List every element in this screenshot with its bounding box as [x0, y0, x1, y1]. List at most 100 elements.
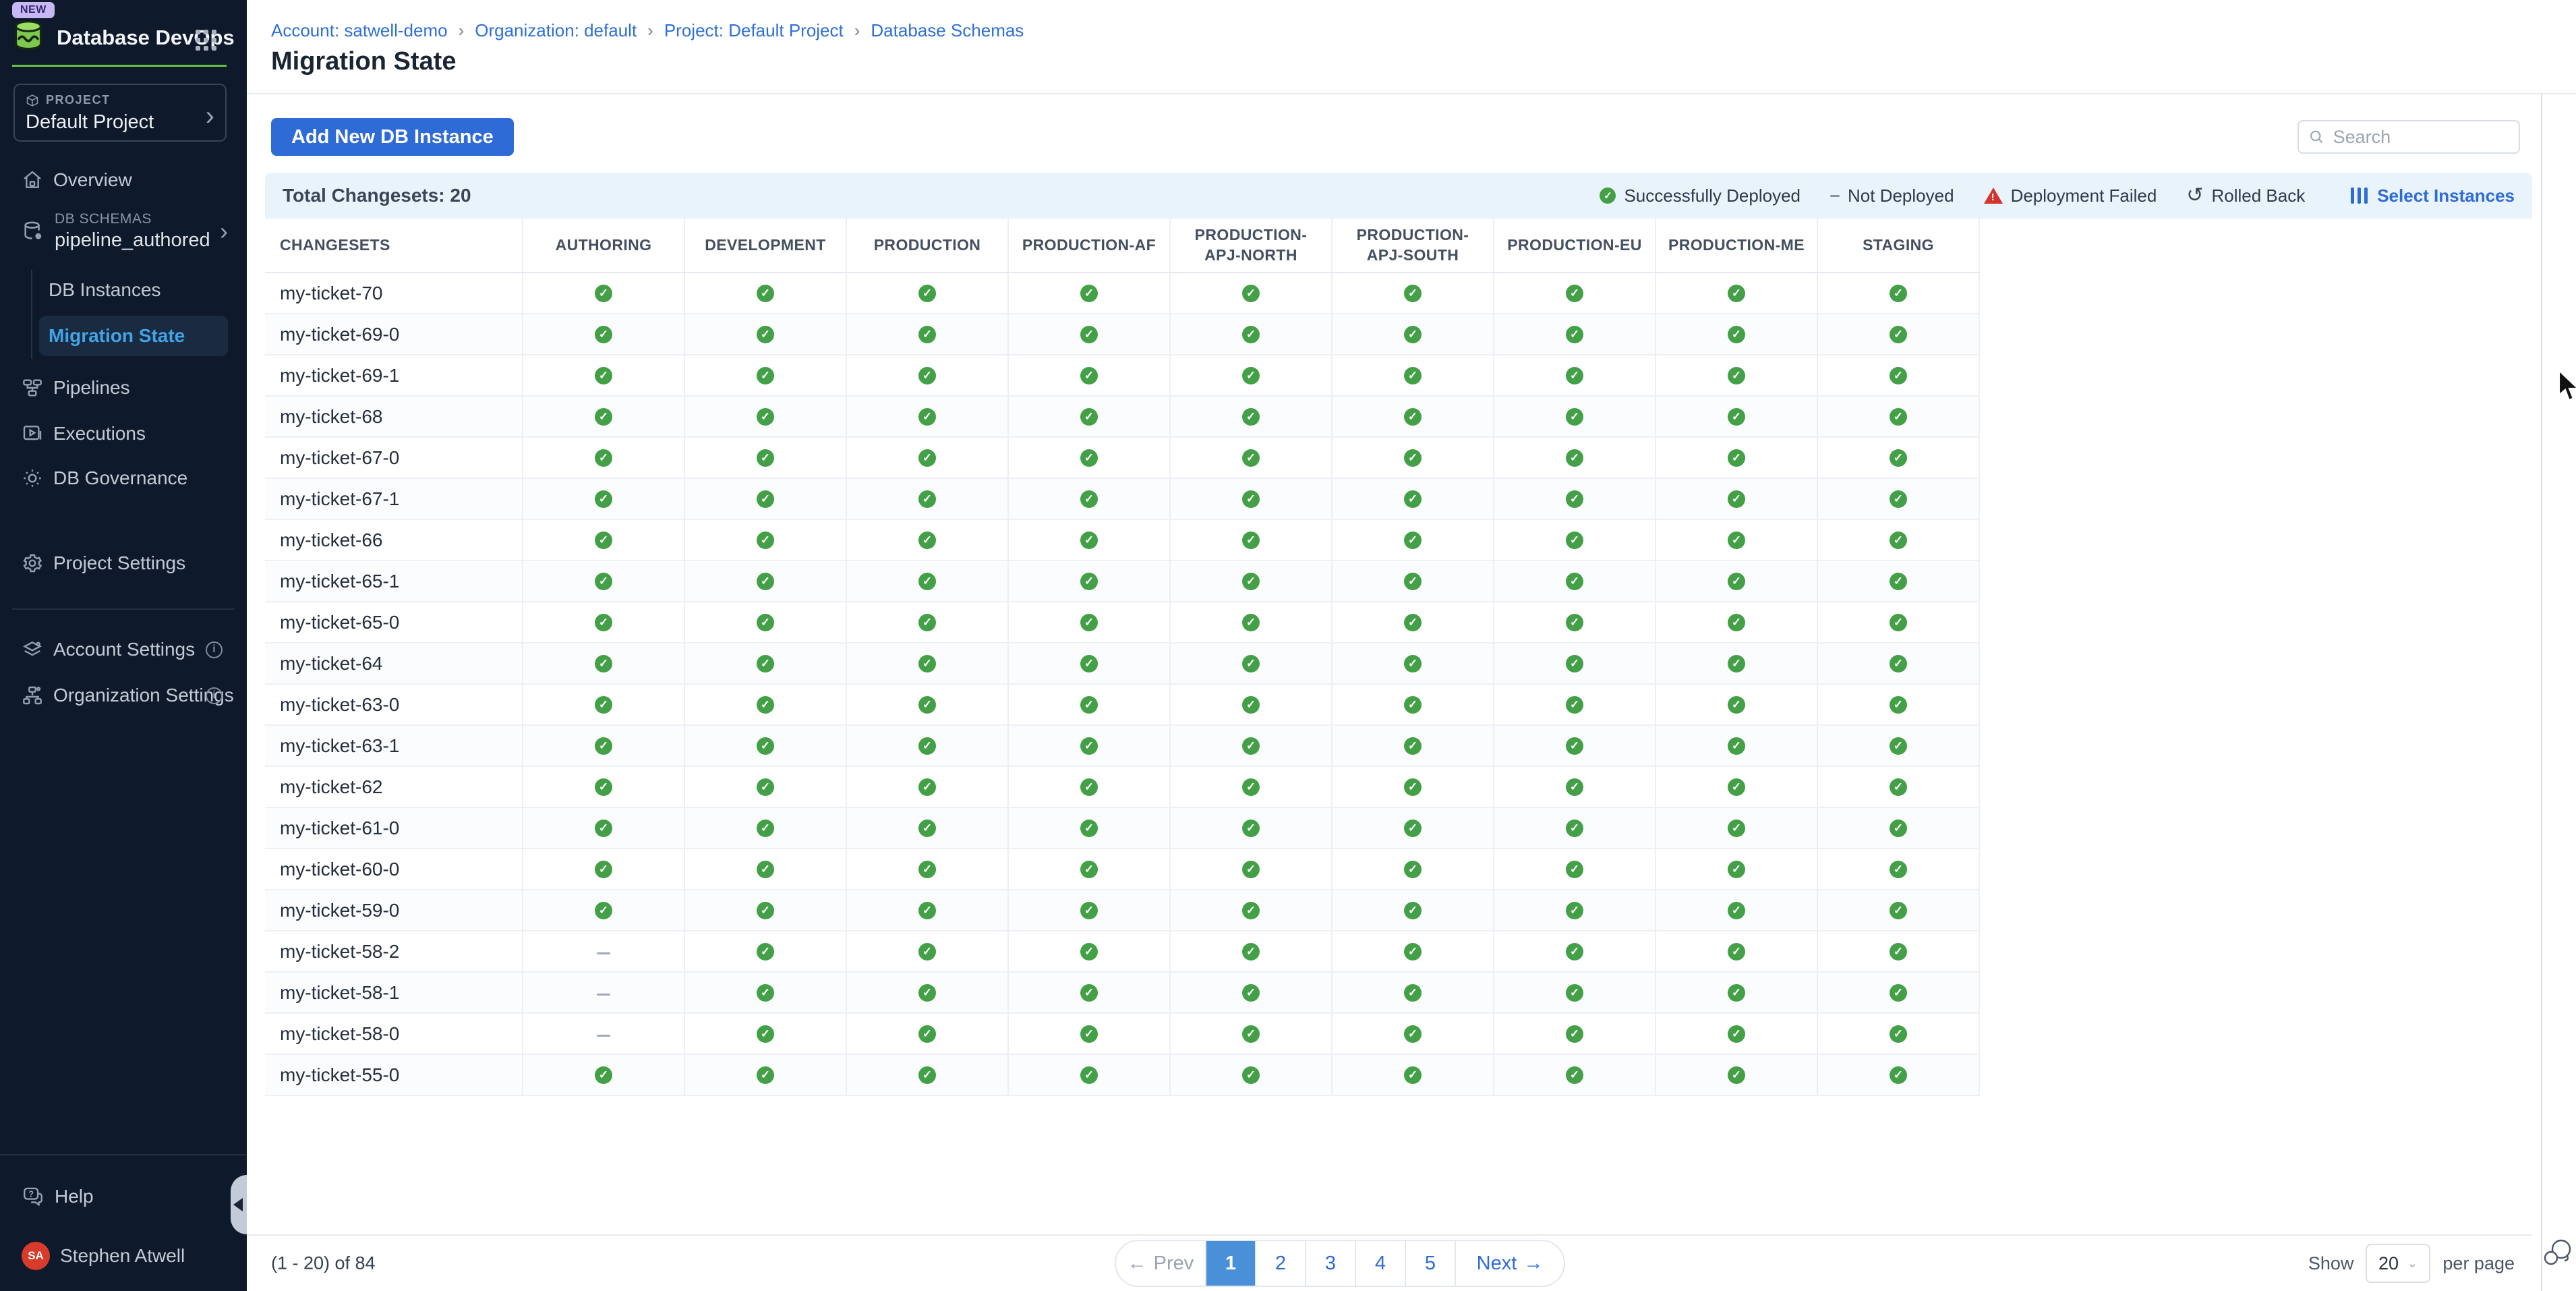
deployed-check-icon: ✓: [1404, 902, 1422, 919]
search-icon: [2308, 127, 2325, 146]
page-button-2[interactable]: 2: [1255, 1241, 1305, 1286]
status-cell: ✓: [523, 602, 684, 643]
deployed-check-icon: ✓: [757, 902, 774, 919]
sidebar-item-db-instances[interactable]: DB Instances: [39, 270, 228, 310]
page-button-1[interactable]: 1: [1205, 1241, 1255, 1286]
status-cell: ✓: [1656, 890, 1817, 931]
next-label: Next: [1477, 1253, 1517, 1275]
deployed-check-icon: ✓: [1890, 737, 1907, 755]
column-header-production: PRODUCTION: [846, 219, 1008, 272]
legend-rolled-back: ↺ Rolled Back: [2186, 185, 2305, 206]
app-launcher-grid-icon[interactable]: [196, 30, 218, 53]
deployed-check-icon: ✓: [1566, 943, 1583, 960]
deployed-check-icon: ✓: [595, 820, 612, 837]
breadcrumb-project[interactable]: Project: Default Project: [664, 20, 844, 41]
status-cell: ✓: [1494, 602, 1656, 643]
status-cell: ✓: [1170, 272, 1332, 314]
sidebar-item-db-governance[interactable]: DB Governance: [0, 460, 247, 496]
breadcrumb-database-schemas[interactable]: Database Schemas: [871, 20, 1024, 41]
sidebar-item-help[interactable]: ? Help: [0, 1178, 247, 1215]
page-button-5[interactable]: 5: [1405, 1241, 1455, 1286]
deployed-check-icon: ✓: [757, 573, 774, 590]
sidebar-item-db-schemas[interactable]: DB SCHEMAS pipeline_authored ›: [0, 202, 247, 260]
status-cell: ✓: [1008, 396, 1170, 437]
chat-widget-button[interactable]: [2542, 1236, 2575, 1277]
status-cell: ✓: [684, 890, 846, 931]
next-page-button[interactable]: Next →: [1455, 1241, 1564, 1286]
status-cell: ✓: [1008, 561, 1170, 602]
page-button-3[interactable]: 3: [1305, 1241, 1355, 1286]
sidebar-item-label: DB Governance: [53, 467, 187, 489]
show-label: Show: [2308, 1253, 2354, 1274]
status-cell: ✓: [1332, 643, 1494, 684]
arrow-right-icon: →: [1523, 1253, 1543, 1275]
status-cell: ✓: [1817, 314, 1979, 355]
status-cell: ✓: [1170, 314, 1332, 355]
deployed-check-icon: ✓: [1080, 902, 1098, 919]
status-cell: ✓: [846, 478, 1008, 519]
sidebar-item-migration-state[interactable]: Migration State: [39, 316, 228, 356]
deployed-check-icon: ✓: [1080, 326, 1098, 343]
status-cell: ✓: [1008, 890, 1170, 931]
sidebar-item-organization-settings[interactable]: Organization Settings i: [0, 677, 247, 714]
prev-label: Prev: [1154, 1253, 1194, 1275]
prev-page-button[interactable]: ← Prev: [1116, 1241, 1205, 1286]
status-cell: ✓: [846, 355, 1008, 396]
status-cell: ✓: [1008, 643, 1170, 684]
deployed-check-icon: ✓: [1728, 326, 1745, 343]
column-header-production-eu: PRODUCTION-EU: [1494, 219, 1656, 272]
status-cell: ✓: [523, 684, 684, 725]
user-menu[interactable]: SA Stephen Atwell: [0, 1238, 247, 1274]
sidebar-item-overview[interactable]: Overview: [0, 162, 247, 198]
status-cell: ✓: [1008, 972, 1170, 1013]
deployed-check-icon: ✓: [1080, 532, 1098, 549]
status-cell: ✓: [1656, 561, 1817, 602]
sidebar-item-pipelines[interactable]: Pipelines: [0, 370, 247, 406]
status-cell: ✓: [1494, 272, 1656, 314]
sidebar-collapse-handle[interactable]: [231, 1175, 247, 1234]
search-input[interactable]: [2333, 127, 2509, 148]
deployed-check-icon: ✓: [595, 778, 612, 796]
status-cell: ✓: [1656, 437, 1817, 478]
status-cell: ✓: [1656, 519, 1817, 561]
chevron-right-icon: ›: [206, 103, 214, 130]
changeset-name: my-ticket-58-2: [265, 931, 523, 972]
columns-bars-icon: [2351, 188, 2368, 204]
status-cell: ✓: [684, 684, 846, 725]
info-icon[interactable]: i: [206, 641, 223, 658]
status-cell: ✓: [1494, 890, 1656, 931]
breadcrumb-organization[interactable]: Organization: default: [475, 20, 637, 41]
deployed-check-icon: ✓: [595, 326, 612, 343]
changeset-name: my-ticket-63-0: [265, 684, 523, 725]
page-button-4[interactable]: 4: [1355, 1241, 1405, 1286]
column-header-changesets: CHANGESETS: [265, 219, 523, 272]
chevron-separator-icon: ›: [854, 20, 860, 41]
status-cell: ✓: [1170, 1054, 1332, 1095]
deployed-check-icon: ✓: [1080, 696, 1098, 714]
status-cell: ✓: [1817, 643, 1979, 684]
project-selector[interactable]: PROJECT Default Project ›: [13, 84, 227, 142]
search-box[interactable]: [2297, 120, 2520, 154]
legend-label: Successfully Deployed: [1624, 185, 1801, 206]
sidebar-item-executions[interactable]: Executions: [0, 415, 247, 452]
avatar: SA: [22, 1242, 50, 1270]
select-instances-button[interactable]: Select Instances: [2351, 185, 2515, 206]
deployed-check-icon: ✓: [1890, 778, 1907, 796]
table-row: my-ticket-67-1✓✓✓✓✓✓✓✓✓: [265, 478, 1979, 519]
scrollbar-track[interactable]: [2541, 94, 2542, 1291]
breadcrumb-account[interactable]: Account: satwell-demo: [271, 20, 448, 41]
sidebar-item-label: Project Settings: [53, 552, 185, 574]
status-cell: ✓: [523, 643, 684, 684]
status-cell: ✓: [1656, 972, 1817, 1013]
page-size-select[interactable]: 20 ⌄: [2366, 1244, 2430, 1283]
changeset-name: my-ticket-66: [265, 519, 523, 561]
deployed-check-icon: ✓: [1728, 1066, 1745, 1084]
add-new-db-instance-button[interactable]: Add New DB Instance: [271, 118, 514, 156]
sidebar-item-account-settings[interactable]: Account Settings i: [0, 631, 247, 668]
sidebar-item-project-settings[interactable]: Project Settings: [0, 545, 247, 581]
info-icon[interactable]: i: [206, 687, 223, 704]
status-legend: ✓ Successfully Deployed Not Deployed Dep…: [1600, 185, 2515, 206]
deployed-check-icon: ✓: [595, 490, 612, 508]
deployed-check-icon: ✓: [1080, 943, 1098, 960]
status-cell: ✓: [684, 478, 846, 519]
